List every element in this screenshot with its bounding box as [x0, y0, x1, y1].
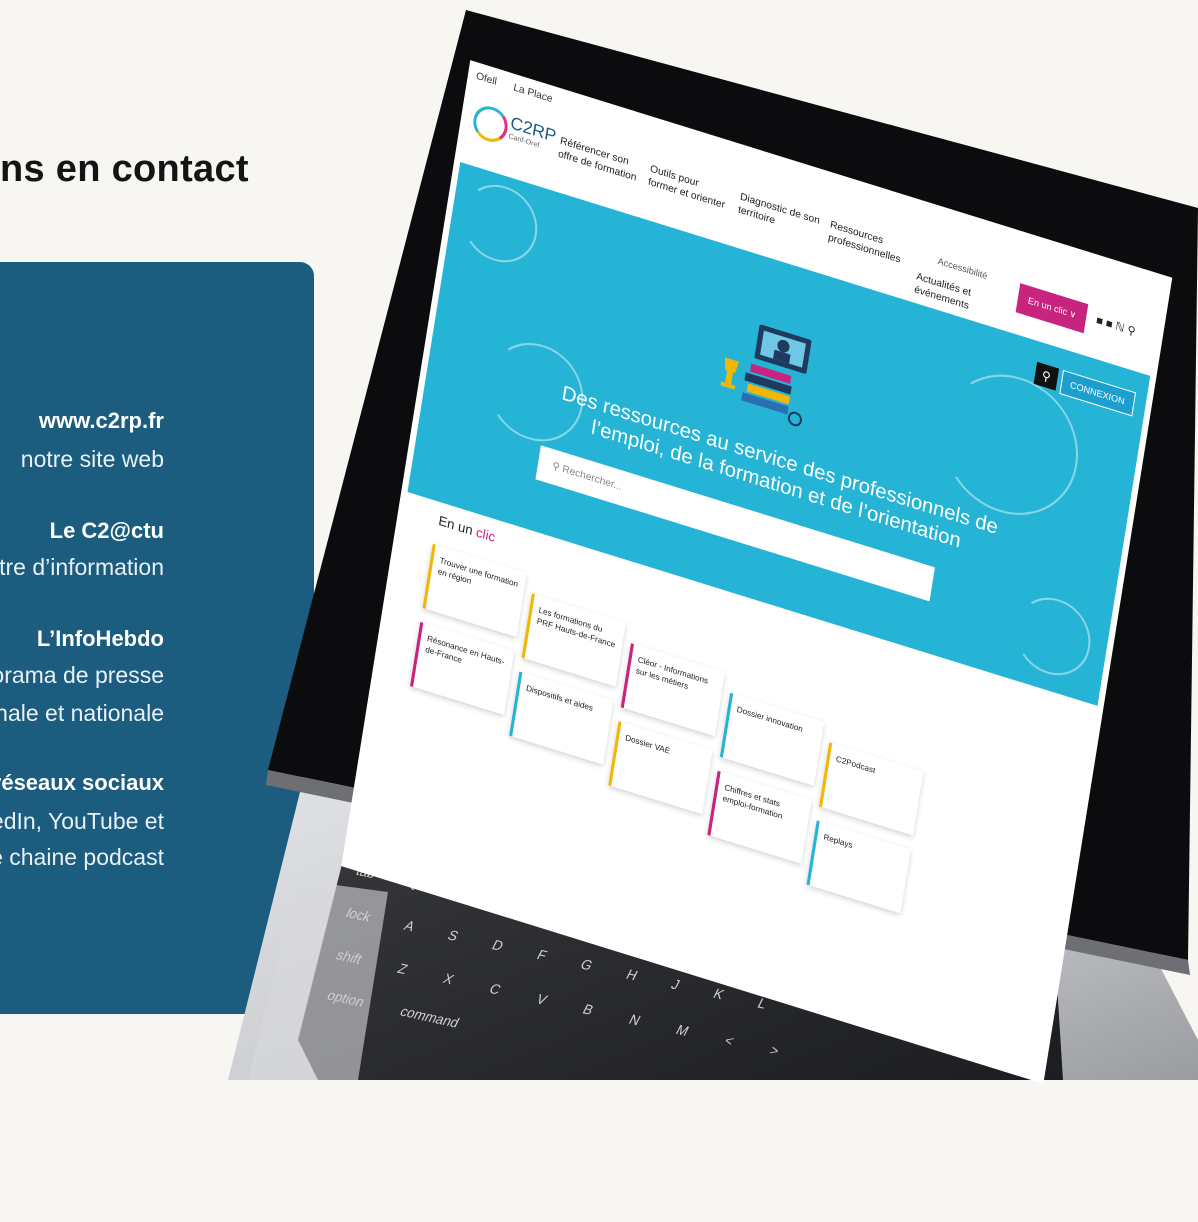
newsletter-subtitle: lettre d’information	[0, 554, 164, 580]
hero-illustration	[705, 304, 831, 438]
website-title[interactable]: www.c2rp.fr	[39, 408, 164, 434]
social-title[interactable]: es réseaux sociaux	[0, 770, 164, 796]
infohebdo-title[interactable]: L’InfoHebdo	[37, 626, 164, 652]
infohebdo-subtitle-line1: norama de presse	[0, 662, 164, 688]
search-placeholder: Rechercher...	[561, 463, 623, 494]
newsletter-title[interactable]: Le C2@ctu	[50, 518, 164, 544]
search-icon: ⚲	[1040, 367, 1052, 385]
logo-ring-icon	[470, 101, 511, 147]
decor-swirl	[456, 175, 543, 273]
decor-swirl	[1010, 588, 1096, 685]
social-subtitle-line2: re chaine podcast	[0, 844, 164, 870]
page-heading: ns en contact	[0, 148, 249, 190]
website-subtitle: notre site web	[20, 446, 164, 472]
connexion-button[interactable]: CONNEXION	[1059, 369, 1136, 417]
infohebdo-subtitle-line2: onale et nationale	[0, 700, 164, 726]
key-row-6: option command	[324, 987, 463, 1031]
social-subtitle-line1: kedIn, YouTube et	[0, 808, 164, 834]
